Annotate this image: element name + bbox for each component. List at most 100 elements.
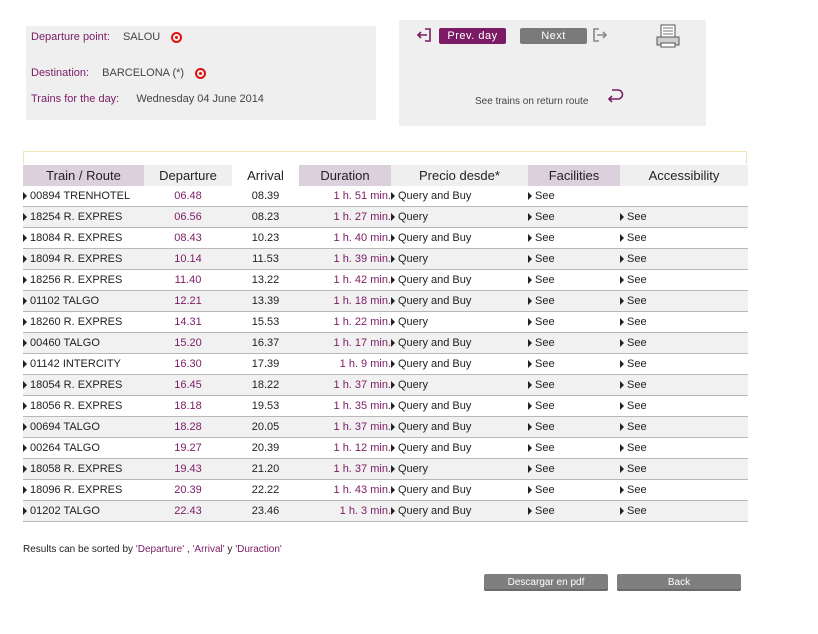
facilities-link[interactable]: See <box>535 274 555 286</box>
facilities-link[interactable]: See <box>535 463 555 475</box>
triangle-right-icon <box>391 486 395 494</box>
route-link[interactable]: 01102 TALGO <box>30 295 99 307</box>
back-button[interactable]: Back <box>617 574 741 591</box>
accessibility-link[interactable]: See <box>627 274 647 286</box>
accessibility-link[interactable]: See <box>627 442 647 454</box>
route-link[interactable]: 18096 R. EXPRES <box>30 484 122 496</box>
route-link[interactable]: 18054 R. EXPRES <box>30 379 122 391</box>
price-link[interactable]: Query and Buy <box>398 484 471 496</box>
accessibility-link[interactable]: See <box>627 505 647 517</box>
price-link[interactable]: Query <box>398 253 428 265</box>
route-link[interactable]: 18084 R. EXPRES <box>30 232 122 244</box>
accessibility-link[interactable]: See <box>627 463 647 475</box>
accessibility-link[interactable]: See <box>627 232 647 244</box>
route-link[interactable]: 18254 R. EXPRES <box>30 211 122 223</box>
route-link-cell: 18084 R. EXPRES <box>23 227 144 249</box>
price-link[interactable]: Query and Buy <box>398 421 471 433</box>
price-link[interactable]: Query and Buy <box>398 505 471 517</box>
accessibility-link[interactable]: See <box>627 484 647 496</box>
price-link[interactable]: Query and Buy <box>398 190 471 202</box>
download-pdf-button[interactable]: Descargar en pdf <box>484 574 608 591</box>
route-link[interactable]: 18058 R. EXPRES <box>30 463 122 475</box>
route-link[interactable]: 01142 INTERCITY <box>30 358 121 370</box>
accessibility-link[interactable]: See <box>627 253 647 265</box>
price-link[interactable]: Query and Buy <box>398 232 471 244</box>
route-link[interactable]: 00460 TALGO <box>30 337 100 349</box>
header-arrival[interactable]: Arrival <box>232 165 299 186</box>
header-route[interactable]: Train / Route <box>23 165 144 186</box>
facilities-link[interactable]: See <box>535 253 555 265</box>
route-link-cell: 18054 R. EXPRES <box>23 374 144 396</box>
accessibility-link[interactable]: See <box>627 379 647 391</box>
price-link[interactable]: Query <box>398 379 428 391</box>
exit-door-right-icon[interactable] <box>592 27 608 43</box>
facilities-link[interactable]: See <box>535 295 555 307</box>
accessibility-link[interactable]: See <box>627 295 647 307</box>
route-link[interactable]: 01202 TALGO <box>30 505 100 517</box>
price-link[interactable]: Query <box>398 211 428 223</box>
accessibility-link[interactable]: See <box>627 421 647 433</box>
accessibility-link[interactable]: See <box>627 358 647 370</box>
price-link[interactable]: Query and Buy <box>398 295 471 307</box>
facilities-link[interactable]: See <box>535 379 555 391</box>
price-link[interactable]: Query <box>398 316 428 328</box>
facilities-link-cell: See <box>528 311 620 333</box>
printer-icon[interactable] <box>655 24 681 48</box>
price-link[interactable]: Query and Buy <box>398 442 471 454</box>
route-link[interactable]: 18094 R. EXPRES <box>30 253 122 265</box>
facilities-link[interactable]: See <box>535 211 555 223</box>
accessibility-link[interactable]: See <box>627 211 647 223</box>
facilities-link-cell: See <box>528 458 620 480</box>
departure-time-cell: 22.43 <box>144 500 232 522</box>
facilities-link[interactable]: See <box>535 358 555 370</box>
facilities-link[interactable]: See <box>535 337 555 349</box>
return-arrow-icon[interactable] <box>606 87 624 105</box>
departure-time-cell: 20.39 <box>144 479 232 501</box>
facilities-link[interactable]: See <box>535 505 555 517</box>
table-row: 18094 R. EXPRES 10.14 11.53 1 h. 39 min. Que… <box>23 248 748 270</box>
triangle-right-icon <box>528 486 532 494</box>
header-duration[interactable]: Duration <box>299 165 391 186</box>
return-route-link[interactable]: See trains on return route <box>475 96 588 107</box>
prev-day-button[interactable]: Prev. day <box>439 28 506 44</box>
route-link-cell: 00694 TALGO <box>23 416 144 438</box>
price-link[interactable]: Query <box>398 463 428 475</box>
price-link[interactable]: Query and Buy <box>398 400 471 412</box>
sort-by-duration-link[interactable]: 'Duraction' <box>235 544 282 555</box>
facilities-link[interactable]: See <box>535 421 555 433</box>
facilities-link[interactable]: See <box>535 316 555 328</box>
accessibility-link[interactable]: See <box>627 400 647 412</box>
price-link[interactable]: Query and Buy <box>398 274 471 286</box>
day-navigation-panel: Prev. day Next See trains on return rout… <box>399 20 706 126</box>
destination-change-icon[interactable] <box>195 68 207 79</box>
sort-by-arrival-link[interactable]: 'Arrival' <box>192 544 224 555</box>
table-row: 00894 TRENHOTEL 06.48 08.39 1 h. 51 min. Que… <box>23 186 748 207</box>
accessibility-link[interactable]: See <box>627 337 647 349</box>
price-link[interactable]: Query and Buy <box>398 358 471 370</box>
price-link[interactable]: Query and Buy <box>398 337 471 349</box>
route-link[interactable]: 18056 R. EXPRES <box>30 400 122 412</box>
departure-change-icon[interactable] <box>171 32 183 43</box>
route-link[interactable]: 18260 R. EXPRES <box>30 316 122 328</box>
route-link[interactable]: 00264 TALGO <box>30 442 100 454</box>
arrival-time-cell: 17.39 <box>232 353 299 375</box>
departure-time: 19.27 <box>174 442 202 454</box>
next-day-button[interactable]: Next <box>520 28 587 44</box>
route-link-cell: 00460 TALGO <box>23 332 144 354</box>
exit-door-left-icon[interactable] <box>416 27 432 43</box>
accessibility-link[interactable]: See <box>627 316 647 328</box>
route-link[interactable]: 00894 TRENHOTEL <box>30 190 130 202</box>
route-link[interactable]: 00694 TALGO <box>30 421 100 433</box>
facilities-link[interactable]: See <box>535 190 555 202</box>
arrival-time-cell: 13.39 <box>232 290 299 312</box>
facilities-link[interactable]: See <box>535 442 555 454</box>
facilities-link[interactable]: See <box>535 400 555 412</box>
sort-by-departure-link[interactable]: 'Departure' <box>136 544 184 555</box>
journey-info-panel: Departure point: SALOU Destination: BARC… <box>26 26 376 120</box>
route-link[interactable]: 18256 R. EXPRES <box>30 274 122 286</box>
header-departure[interactable]: Departure <box>144 165 232 186</box>
departure-time: 16.30 <box>174 358 202 370</box>
facilities-link[interactable]: See <box>535 484 555 496</box>
facilities-link[interactable]: See <box>535 232 555 244</box>
departure-time: 08.43 <box>174 232 202 244</box>
